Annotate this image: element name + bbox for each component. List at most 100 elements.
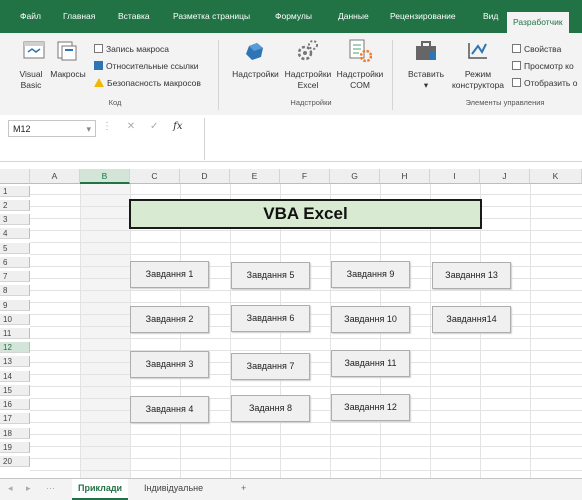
column-header[interactable]: E [230,169,280,184]
sheet-tab[interactable]: Індивідуальне [138,479,209,498]
chevron-down-icon: ▾ [86,124,91,134]
ribbon-tab-bar: Файл Главная Вставка Разметка страницы Ф… [0,0,582,33]
record-macro-button[interactable]: Запись макроса [94,44,169,54]
row-header[interactable]: 6 [0,257,30,268]
name-box[interactable]: M12 ▾ [8,120,96,137]
task-10-button[interactable]: Завдання 10 [331,306,410,333]
row-header[interactable]: 9 [0,300,30,311]
row-header[interactable]: 14 [0,371,30,382]
more-sheets-icon[interactable]: ⋯ [42,479,59,498]
row-header[interactable]: 10 [0,314,30,325]
row-header[interactable]: 2 [0,200,30,211]
task-5-button[interactable]: Завдання 5 [231,262,310,289]
row-header[interactable]: 19 [0,442,30,453]
formula-input[interactable] [204,118,582,160]
record-macro-icon [94,44,103,53]
tab-review[interactable]: Рецензирование [390,0,456,33]
row-header[interactable]: 8 [0,285,30,296]
task-8-button[interactable]: Задання 8 [231,395,310,422]
row-header[interactable]: 16 [0,399,30,410]
task-7-button[interactable]: Завдання 7 [231,353,310,380]
row-header[interactable]: 3 [0,214,30,225]
row-header-selected[interactable]: 12 [0,342,30,353]
task-6-button[interactable]: Завдання 6 [231,305,310,332]
row-header[interactable]: 5 [0,243,30,254]
insert-control-button[interactable]: Вставить ▾ [405,69,447,91]
column-header[interactable]: F [280,169,330,184]
column-header[interactable]: C [130,169,180,184]
row-header[interactable]: 7 [0,271,30,282]
design-mode-button[interactable]: Режим конструктора [446,69,510,91]
task-9-button[interactable]: Завдання 9 [331,261,410,288]
run-dialog-icon [512,78,521,87]
row-header[interactable]: 1 [0,186,30,197]
task-14-button[interactable]: Завдання14 [432,306,511,333]
row-header[interactable]: 13 [0,356,30,367]
tab-developer[interactable]: Разработчик [507,12,569,33]
cancel-icon[interactable]: ✕ [127,121,135,132]
macros-icon [57,41,77,61]
tab-view[interactable]: Вид [483,0,498,33]
design-mode-icon [468,43,487,59]
excel-addins-button[interactable]: Надстройки Excel [283,69,333,91]
row-header[interactable]: 15 [0,385,30,396]
visual-basic-icon [23,41,45,59]
column-header[interactable]: A [30,169,80,184]
insert-function-icon[interactable]: fx [173,121,182,132]
run-dialog-button[interactable]: Отобразить о [512,78,577,88]
select-all-corner[interactable] [0,169,30,184]
view-code-button[interactable]: Просмотр ко [512,61,574,71]
excel-addins-gear-icon [297,40,318,61]
tab-data[interactable]: Данные [338,0,369,33]
tab-page-layout[interactable]: Разметка страницы [173,0,250,33]
group-separator [392,40,393,110]
column-header[interactable]: D [180,169,230,184]
more-icon: ⋮ [102,121,112,132]
add-sheet-button[interactable]: + [235,479,252,498]
macros-button[interactable]: Макросы [48,69,88,80]
tab-home[interactable]: Главная [63,0,95,33]
task-12-button[interactable]: Завдання 12 [331,394,410,421]
view-code-icon [512,61,521,70]
formula-bar: M12 ▾ ⋮ ✕ ✓ fx [0,115,582,162]
task-4-button[interactable]: Завдання 4 [130,396,209,423]
task-13-button[interactable]: Завдання 13 [432,262,511,289]
relative-references-button[interactable]: Относительные ссылки [94,61,198,71]
enter-icon[interactable]: ✓ [150,121,158,132]
tab-file[interactable]: Файл [20,0,41,33]
task-3-button[interactable]: Завдання 3 [130,351,209,378]
row-header[interactable]: 20 [0,456,30,467]
sheet-tab-active[interactable]: Приклади [72,479,129,500]
tab-insert[interactable]: Вставка [118,0,150,33]
column-header[interactable]: H [380,169,430,184]
com-addins-icon [349,39,372,63]
visual-basic-button[interactable]: Visual Basic [12,69,50,91]
addins-button[interactable]: Надстройки [228,69,283,80]
controls-group-label: Элементы управления [465,98,545,107]
column-header[interactable]: K [530,169,582,184]
row-header[interactable]: 18 [0,428,30,439]
group-separator [218,40,219,110]
scroll-right-icon[interactable]: ▸ [22,479,35,498]
column-header[interactable]: I [430,169,480,184]
toolbox-icon [416,41,436,60]
column-header[interactable]: J [480,169,530,184]
tab-formulas[interactable]: Формулы [275,0,312,33]
relative-references-icon [94,61,103,70]
scroll-left-icon[interactable]: ◂ [4,479,17,498]
properties-icon [512,44,521,53]
row-header[interactable]: 11 [0,328,30,339]
com-addins-button[interactable]: Надстройки COM [335,69,385,91]
task-2-button[interactable]: Завдання 2 [130,306,209,333]
column-header-selected[interactable]: B [80,169,130,184]
macro-security-button[interactable]: Безопасность макросов [94,78,201,88]
vba-excel-title: VBA Excel [129,199,482,229]
row-header[interactable]: 4 [0,228,30,239]
row-header[interactable]: 17 [0,413,30,424]
worksheet-grid[interactable]: A B C D E F G H I J K 1 2 3 4 5 6 7 8 9 … [0,169,582,478]
code-group-label: Код [108,98,122,107]
task-11-button[interactable]: Завдання 11 [331,350,410,377]
column-header[interactable]: G [330,169,380,184]
task-1-button[interactable]: Завдання 1 [130,261,209,288]
properties-button[interactable]: Свойства [512,44,561,54]
